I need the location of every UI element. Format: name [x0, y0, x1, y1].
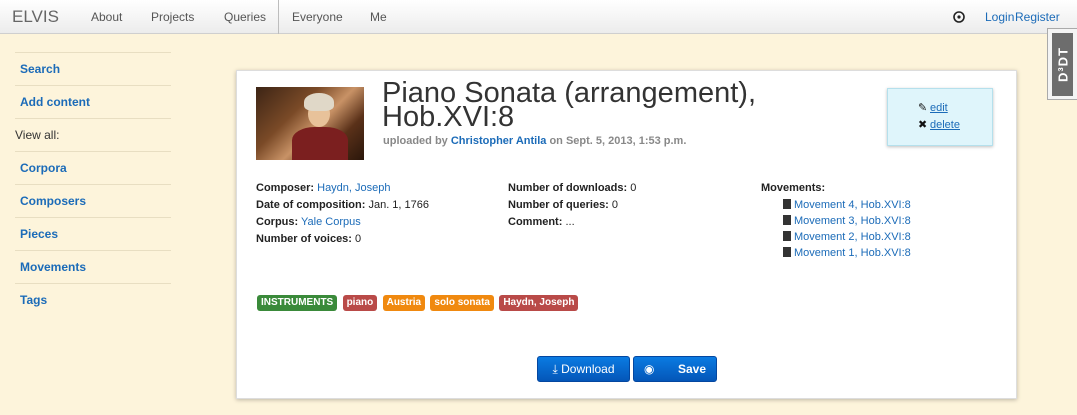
- piece-detail-card: Piano Sonata (arrangement), Hob.XVI:8 up…: [236, 70, 1017, 399]
- page-title: Piano Sonata (arrangement), Hob.XVI:8: [382, 77, 756, 133]
- sidebar-item-movements[interactable]: Movements: [15, 251, 171, 284]
- download-icon: ⤓: [552, 362, 558, 376]
- date-row: Date of composition: Jan. 1, 1766: [256, 199, 430, 211]
- composer-row: Composer: Haydn, Joseph: [256, 182, 391, 194]
- uploaded-date: on Sept. 5, 2013, 1:53 p.m.: [549, 135, 687, 147]
- tag-haydn-joseph[interactable]: Haydn, Joseph: [499, 295, 579, 311]
- top-navbar: ELVIS About Projects Queries Everyone Me…: [0, 0, 1077, 34]
- nav-about[interactable]: About: [91, 10, 122, 24]
- sidebar-item-corpora[interactable]: Corpora: [15, 152, 171, 185]
- sidebar: Search Add content View all: Corpora Com…: [15, 52, 171, 316]
- sidebar-item-search[interactable]: Search: [15, 52, 171, 86]
- composer-link[interactable]: Haydn, Joseph: [317, 182, 390, 194]
- corpus-link[interactable]: Yale Corpus: [301, 216, 361, 228]
- edit-action[interactable]: ✎ edit: [918, 101, 948, 114]
- movement-link[interactable]: Movement 3, Hob.XVI:8: [783, 213, 911, 229]
- nav-me[interactable]: Me: [370, 10, 387, 24]
- ddt-logo: D³DT: [1052, 33, 1073, 96]
- edit-link[interactable]: edit: [930, 102, 948, 114]
- file-icon: [783, 199, 791, 209]
- movement-link[interactable]: Movement 4, Hob.XVI:8: [783, 197, 911, 213]
- delete-action[interactable]: ✖ delete: [918, 118, 960, 131]
- tag-austria[interactable]: Austria: [382, 295, 426, 311]
- record-icon: ◉: [644, 362, 655, 376]
- ddt-badge[interactable]: D³DT: [1047, 28, 1077, 100]
- nav-projects[interactable]: Projects: [151, 10, 194, 24]
- file-icon: [783, 247, 791, 257]
- nav-divider: [278, 0, 279, 34]
- nav-everyone[interactable]: Everyone: [292, 10, 343, 24]
- delete-link[interactable]: delete: [930, 119, 960, 131]
- tag-solo-sonata[interactable]: solo sonata: [430, 295, 494, 311]
- sidebar-item-composers[interactable]: Composers: [15, 185, 171, 218]
- register-link[interactable]: Register: [1015, 10, 1060, 24]
- close-icon: ✖: [918, 119, 928, 131]
- nav-queries[interactable]: Queries: [224, 10, 266, 24]
- save-button[interactable]: ◉ Save: [633, 356, 717, 382]
- voices-row: Number of voices: 0: [256, 233, 362, 245]
- login-link[interactable]: Login: [985, 10, 1014, 24]
- details-column-2: Number of downloads: 0 Number of queries…: [508, 180, 636, 231]
- sidebar-item-tags[interactable]: Tags: [15, 284, 171, 316]
- upload-info: uploaded by Christopher Antila on Sept. …: [383, 135, 686, 147]
- queries-row: Number of queries: 0: [508, 199, 619, 211]
- tag-piano[interactable]: piano: [342, 295, 378, 311]
- details-column-1: Composer: Haydn, Joseph Date of composit…: [256, 180, 429, 248]
- download-button[interactable]: ⤓ Download: [537, 356, 630, 382]
- uploader-link[interactable]: Christopher Antila: [451, 135, 547, 147]
- tag-instruments[interactable]: INSTRUMENTS: [257, 295, 338, 311]
- movements-heading: Movements:: [761, 182, 826, 194]
- comment-row: Comment: ...: [508, 216, 575, 228]
- pencil-icon: ✎: [918, 102, 928, 114]
- movement-link[interactable]: Movement 1, Hob.XVI:8: [783, 245, 911, 261]
- file-icon: [783, 215, 791, 225]
- movements-list: Movement 4, Hob.XVI:8 Movement 3, Hob.XV…: [783, 197, 911, 261]
- downloads-row: Number of downloads: 0: [508, 182, 637, 194]
- brand-logo[interactable]: ELVIS: [12, 7, 59, 27]
- sidebar-item-pieces[interactable]: Pieces: [15, 218, 171, 251]
- uploaded-prefix: uploaded by: [383, 135, 448, 147]
- tag-list: INSTRUMENTS piano Austria solo sonata Ha…: [257, 294, 580, 311]
- sidebar-view-all-label: View all:: [15, 119, 171, 152]
- sidebar-item-add-content[interactable]: Add content: [15, 86, 171, 119]
- info-icon[interactable]: [953, 11, 965, 23]
- composer-portrait: [256, 87, 364, 160]
- actions-box: ✎ edit ✖ delete: [887, 88, 993, 146]
- corpus-row: Corpus: Yale Corpus: [256, 216, 361, 228]
- file-icon: [783, 231, 791, 241]
- movement-link[interactable]: Movement 2, Hob.XVI:8: [783, 229, 911, 245]
